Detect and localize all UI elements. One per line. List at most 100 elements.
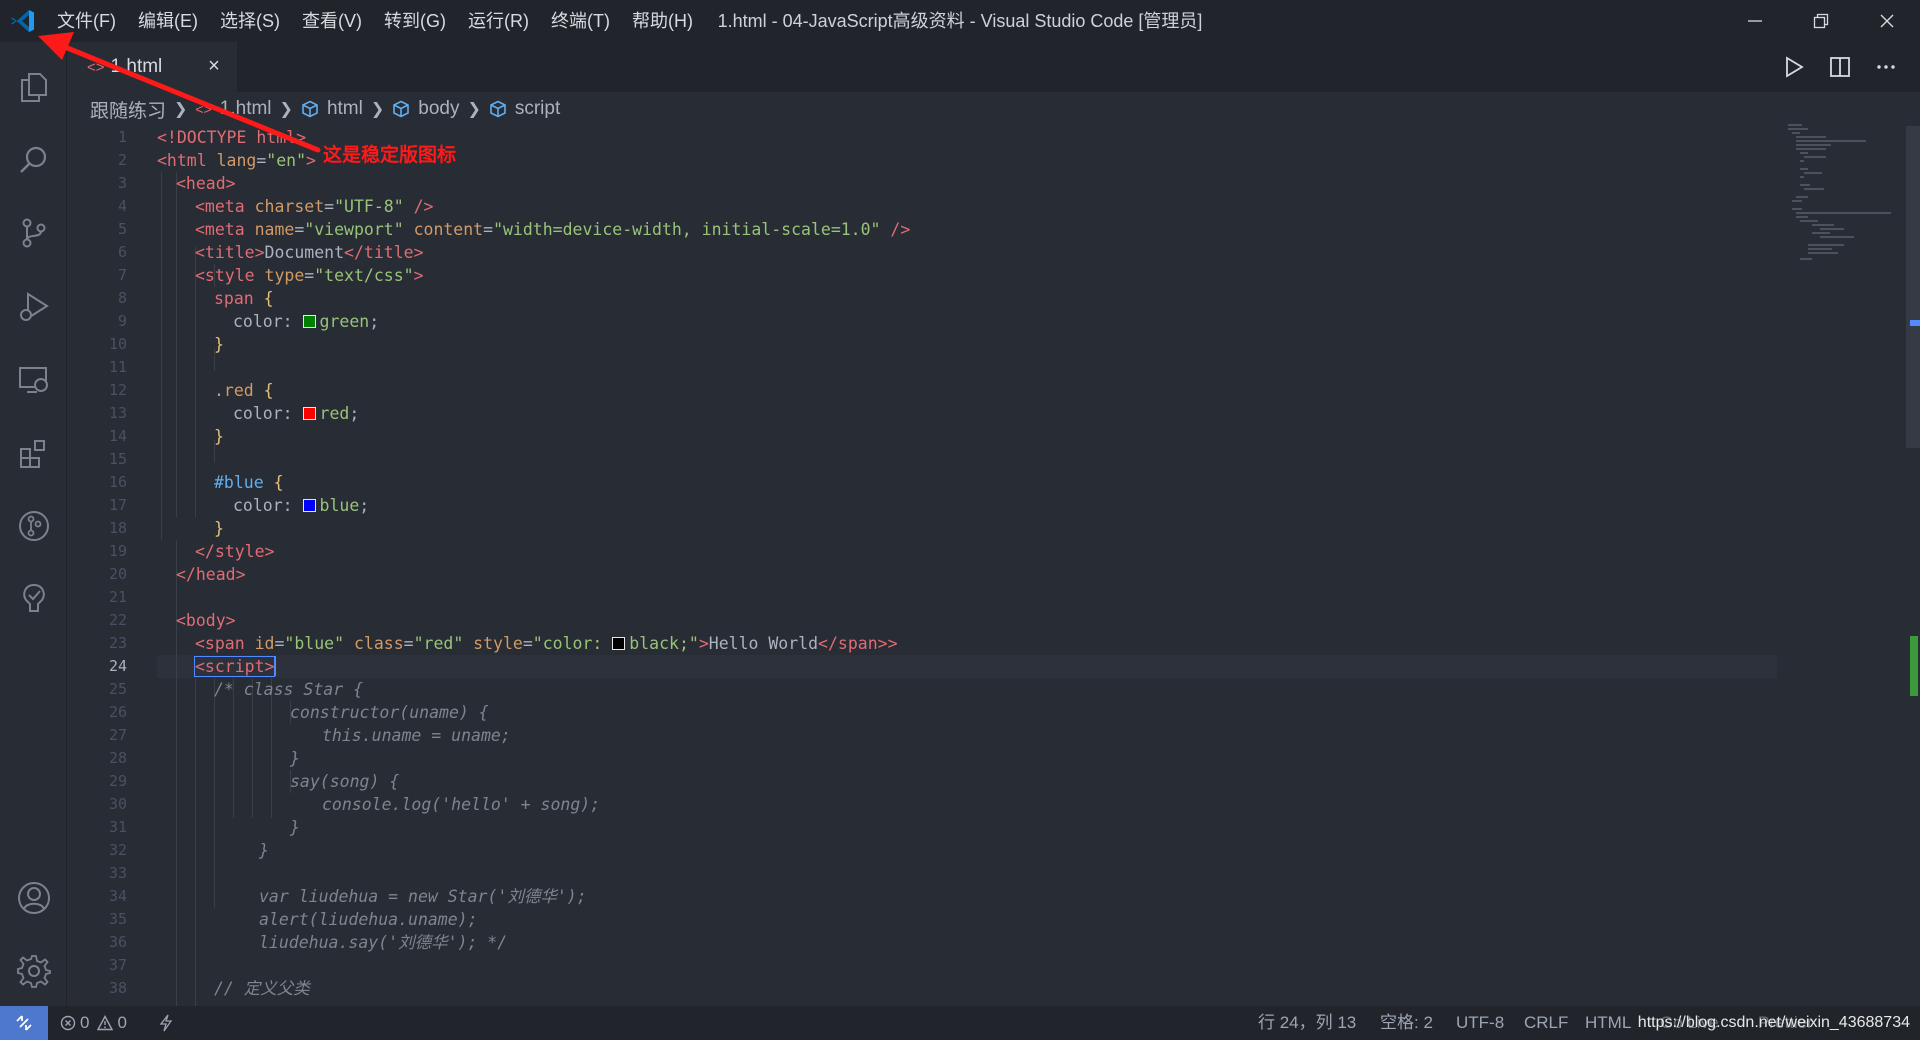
vertical-scrollbar[interactable] xyxy=(1904,126,1920,1006)
menu-go[interactable]: 转到(G) xyxy=(373,0,457,42)
breadcrumb-script[interactable]: script xyxy=(489,98,560,120)
close-window-button[interactable] xyxy=(1854,0,1920,42)
git-graph-icon xyxy=(18,511,49,541)
token: content xyxy=(403,220,484,239)
token: <style xyxy=(195,266,265,285)
line-number: 17 xyxy=(108,496,127,514)
menu-terminal[interactable]: 终端(T) xyxy=(540,0,621,42)
split-editor-button[interactable] xyxy=(1826,53,1854,81)
language-mode[interactable]: HTML xyxy=(1585,1006,1631,1040)
scrollbar-change-marker xyxy=(1910,636,1918,696)
annotation-label: 这是稳定版图标 xyxy=(323,145,457,166)
account-icon xyxy=(17,882,50,914)
code-lines: <!DOCTYPE html> <html lang="en"> <head> … xyxy=(157,126,1857,1006)
error-count: 0 xyxy=(80,1013,90,1032)
token: /> xyxy=(403,197,434,216)
line-number: 21 xyxy=(108,588,127,606)
code-line-10: } xyxy=(214,333,224,356)
code-line-12: .red { xyxy=(214,379,274,402)
color-swatch-black[interactable] xyxy=(612,637,626,650)
token: /> xyxy=(880,220,911,239)
cursor-position[interactable]: 行 24，列 13 xyxy=(1258,1006,1356,1040)
code-line-38: // 定义父类 xyxy=(214,977,310,1000)
run-file-button[interactable] xyxy=(1780,53,1808,81)
token: .red xyxy=(214,381,254,400)
code-line-18: } xyxy=(214,517,224,540)
remote-explorer-button[interactable] xyxy=(0,345,67,415)
minimap[interactable] xyxy=(1784,122,1904,262)
line-number: 6 xyxy=(117,243,127,261)
line-number: 4 xyxy=(117,197,127,215)
line-number: 13 xyxy=(108,404,127,422)
lightning-button[interactable] xyxy=(158,1006,174,1040)
token: > xyxy=(887,634,898,653)
code-editor[interactable]: 1 2 3 4 5 6 7 8 9 10 11 12 13 14 15 16 17 18 19 20 21 22 23 24 2… xyxy=(67,126,1920,1006)
code-line-34: var liudehua = new Star('刘德华'); xyxy=(259,885,587,908)
token: { xyxy=(253,289,274,308)
accounts-button[interactable] xyxy=(0,863,67,933)
color-swatch-blue[interactable] xyxy=(302,499,316,512)
manage-settings-button[interactable] xyxy=(0,936,67,1006)
token: /* class Star { xyxy=(214,680,364,699)
settings-gear-icon xyxy=(16,955,51,988)
symbol-cube-icon xyxy=(489,100,507,118)
token: span xyxy=(214,289,254,308)
code-line-25: /* class Star { xyxy=(214,678,363,701)
token: id xyxy=(254,634,275,653)
menu-run[interactable]: 运行(R) xyxy=(457,0,540,42)
source-control-button[interactable] xyxy=(0,198,67,268)
line-number: 10 xyxy=(108,335,127,353)
line-number: 12 xyxy=(108,381,127,399)
line-number: 32 xyxy=(108,841,127,859)
git-graph-button[interactable] xyxy=(0,491,67,561)
token: <title> xyxy=(195,243,265,262)
token: liudehua.say('刘德华'); */ xyxy=(259,933,508,952)
token: color: xyxy=(233,312,303,331)
lightning-icon xyxy=(159,1014,173,1032)
ellipsis-icon xyxy=(1877,65,1895,69)
token: > xyxy=(413,266,424,285)
code-line-28: } xyxy=(290,747,300,770)
warning-icon xyxy=(97,1015,114,1031)
line-number: 30 xyxy=(108,795,127,813)
encoding[interactable]: UTF-8 xyxy=(1456,1006,1504,1040)
color-swatch-green[interactable] xyxy=(302,315,316,328)
problems-indicator[interactable]: 0 0 xyxy=(60,1006,127,1040)
code-line-16: #blue { xyxy=(214,471,284,494)
line-number: 29 xyxy=(108,772,127,790)
line-number: 31 xyxy=(108,818,127,836)
line-number: 37 xyxy=(108,956,127,974)
token: #blue xyxy=(214,473,264,492)
code-line-24: <script> xyxy=(193,655,277,678)
indentation[interactable]: 空格: 2 xyxy=(1380,1006,1433,1040)
line-number: 27 xyxy=(108,726,127,744)
more-actions-button[interactable] xyxy=(1872,53,1900,81)
line-number: 38 xyxy=(108,979,127,997)
chevron-right-icon: ❯ xyxy=(467,101,481,118)
window-controls xyxy=(1722,0,1920,42)
extensions-button[interactable] xyxy=(0,418,67,488)
color-swatch-red[interactable] xyxy=(302,407,316,420)
code-line-14: } xyxy=(214,425,224,448)
token: Document xyxy=(264,243,345,262)
remote-indicator-button[interactable] xyxy=(0,1006,48,1040)
token: var liudehua = new Star('刘德华'); xyxy=(259,887,587,906)
restore-button[interactable] xyxy=(1788,0,1854,42)
line-number: 33 xyxy=(108,864,127,882)
run-debug-button[interactable] xyxy=(0,272,67,342)
minimize-button[interactable] xyxy=(1722,0,1788,42)
play-icon xyxy=(1786,56,1804,78)
breadcrumb-body[interactable]: body ❯ xyxy=(392,98,489,120)
code-line-5: <meta name="viewport" content="width=dev… xyxy=(195,220,911,239)
testing-button[interactable] xyxy=(0,564,67,634)
code-line-31: } xyxy=(290,816,300,839)
end-of-line[interactable]: CRLF xyxy=(1524,1006,1568,1040)
remote-explorer-icon xyxy=(18,367,48,393)
menu-help[interactable]: 帮助(H) xyxy=(621,0,704,42)
breadcrumb-script-label: script xyxy=(514,98,561,119)
scrollbar-thumb[interactable] xyxy=(1906,126,1920,448)
close-icon xyxy=(1880,14,1894,28)
line-number: 8 xyxy=(117,289,127,307)
token: } xyxy=(290,818,300,837)
watermark: https://blog.csdn.net/weixin_43688734 xyxy=(1637,1014,1910,1031)
